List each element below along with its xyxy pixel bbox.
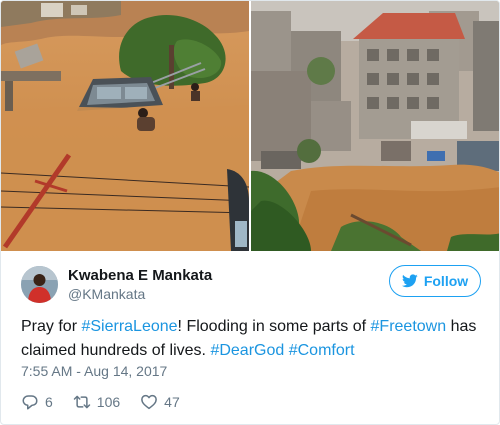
tweet-text: Pray for #SierraLeone! Flooding in some … xyxy=(21,315,481,363)
reply-count: 6 xyxy=(45,394,53,410)
follow-label: Follow xyxy=(423,273,469,289)
hashtag-link[interactable]: #SierraLeone xyxy=(81,318,177,335)
twitter-bird-icon xyxy=(401,274,418,288)
hashtag-link[interactable]: #Freetown xyxy=(371,318,447,335)
follow-button[interactable]: Follow xyxy=(389,265,481,297)
heart-icon xyxy=(141,394,158,410)
flood-street-image xyxy=(1,1,249,251)
like-count: 47 xyxy=(164,394,180,410)
tweet-actions: 6 106 47 xyxy=(21,391,200,413)
retweet-icon xyxy=(73,395,91,409)
hashtag-link[interactable]: #Comfort xyxy=(289,342,355,359)
flood-photo-street[interactable] xyxy=(1,1,249,251)
author-handle[interactable]: @KMankata xyxy=(68,286,145,302)
retweet-count: 106 xyxy=(96,394,121,410)
tweet-text-segment: ! Flooding in some parts of xyxy=(177,318,371,335)
flood-town-image xyxy=(251,1,499,251)
reply-icon xyxy=(22,395,38,410)
tweet-media xyxy=(1,1,499,251)
avatar-image xyxy=(21,266,58,303)
avatar[interactable] xyxy=(21,266,58,303)
retweet-button[interactable]: 106 xyxy=(73,393,120,411)
like-button[interactable]: 47 xyxy=(140,393,180,411)
reply-button[interactable]: 6 xyxy=(21,393,53,411)
tweet-timestamp[interactable]: 7:55 AM - Aug 14, 2017 xyxy=(21,363,167,379)
hashtag-link[interactable]: #DearGod xyxy=(210,342,284,359)
flood-photo-town[interactable] xyxy=(251,1,499,251)
tweet-text-segment: Pray for xyxy=(21,318,82,335)
tweet-author: Kwabena E Mankata @KMankata Follow xyxy=(21,263,481,305)
embedded-tweet-card: Kwabena E Mankata @KMankata Follow Pray … xyxy=(0,0,500,425)
author-display-name[interactable]: Kwabena E Mankata xyxy=(68,267,212,284)
